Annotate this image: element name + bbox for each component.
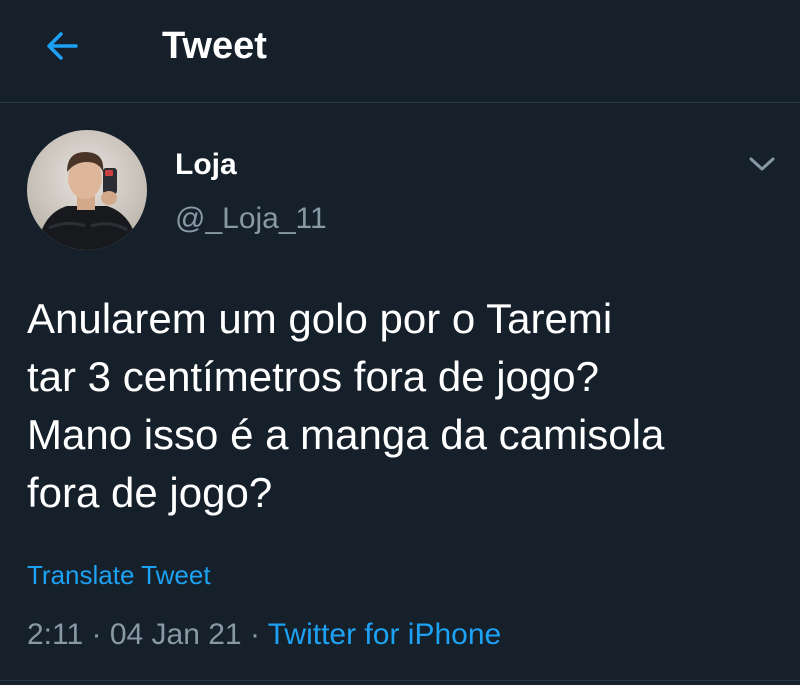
translate-tweet-link[interactable]: Translate Tweet [27, 560, 211, 590]
tweet-meta: 2:11 · 04 Jan 21 · Twitter for iPhone [27, 617, 501, 653]
avatar-photo [27, 130, 147, 250]
tweet-time: 2:11 [27, 618, 84, 651]
arrow-left-icon [47, 32, 78, 60]
avatar[interactable] [27, 130, 147, 250]
page-title: Tweet [162, 25, 267, 67]
tweet-text-line: Anularem um golo por o Taremi [27, 295, 613, 342]
back-button[interactable] [40, 24, 84, 68]
meta-separator: · [83, 618, 110, 651]
author-name[interactable]: Loja [175, 148, 237, 182]
tweet-text: Anularem um golo por o Taremi tar 3 cent… [27, 290, 787, 522]
more-options-button[interactable] [742, 146, 782, 182]
tweet-text-line: tar 3 centímetros fora de jogo? [27, 353, 599, 400]
tweet-detail-page: Tweet Loja @_Loja_11 Anularem um golo po… [0, 0, 800, 685]
tweet-text-line: Mano isso é a manga da camisola [27, 411, 665, 458]
tweet-source-link[interactable]: Twitter for iPhone [268, 618, 501, 651]
divider [0, 680, 800, 681]
tweet-date: 04 Jan 21 [109, 618, 242, 651]
tweet-text-line: fora de jogo? [27, 469, 273, 516]
top-bar: Tweet [0, 0, 800, 103]
meta-separator: · [241, 618, 268, 651]
author-handle[interactable]: @_Loja_11 [175, 202, 327, 236]
chevron-down-icon [749, 157, 775, 171]
